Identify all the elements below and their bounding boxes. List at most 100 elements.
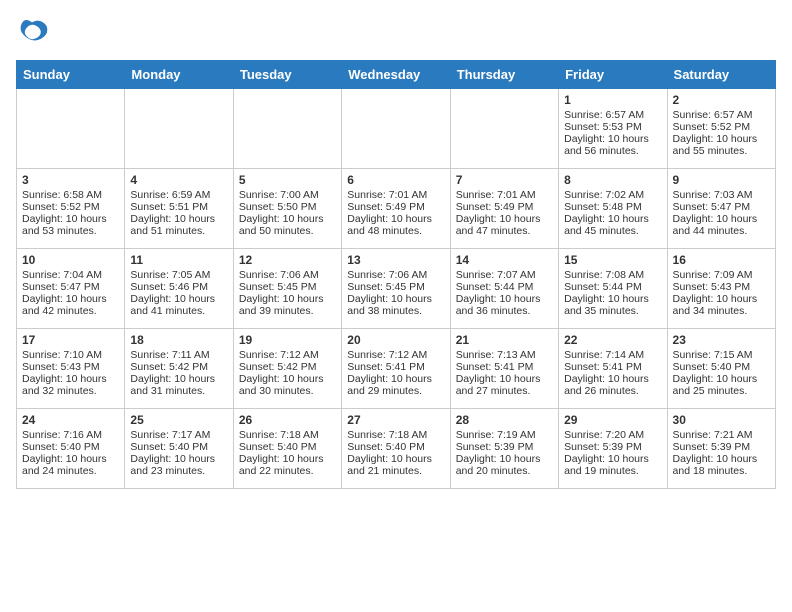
daylight-text: Daylight: 10 hours and 36 minutes. <box>456 293 553 317</box>
sunrise-text: Sunrise: 7:09 AM <box>673 269 770 281</box>
day-number: 16 <box>673 253 770 267</box>
calendar-cell: 29Sunrise: 7:20 AMSunset: 5:39 PMDayligh… <box>559 409 667 489</box>
day-number: 27 <box>347 413 444 427</box>
day-number: 6 <box>347 173 444 187</box>
calendar-cell: 1Sunrise: 6:57 AMSunset: 5:53 PMDaylight… <box>559 89 667 169</box>
daylight-text: Daylight: 10 hours and 56 minutes. <box>564 133 661 157</box>
calendar-cell: 10Sunrise: 7:04 AMSunset: 5:47 PMDayligh… <box>17 249 125 329</box>
column-header-tuesday: Tuesday <box>233 61 341 89</box>
page-header <box>16 16 776 48</box>
sunset-text: Sunset: 5:46 PM <box>130 281 227 293</box>
calendar-cell: 3Sunrise: 6:58 AMSunset: 5:52 PMDaylight… <box>17 169 125 249</box>
sunrise-text: Sunrise: 7:15 AM <box>673 349 770 361</box>
sunrise-text: Sunrise: 7:13 AM <box>456 349 553 361</box>
sunrise-text: Sunrise: 7:18 AM <box>239 429 336 441</box>
day-number: 19 <box>239 333 336 347</box>
sunset-text: Sunset: 5:53 PM <box>564 121 661 133</box>
calendar-cell: 2Sunrise: 6:57 AMSunset: 5:52 PMDaylight… <box>667 89 775 169</box>
day-number: 8 <box>564 173 661 187</box>
sunset-text: Sunset: 5:39 PM <box>456 441 553 453</box>
sunset-text: Sunset: 5:41 PM <box>456 361 553 373</box>
sunset-text: Sunset: 5:40 PM <box>347 441 444 453</box>
logo-icon <box>16 16 48 48</box>
sunset-text: Sunset: 5:39 PM <box>564 441 661 453</box>
sunset-text: Sunset: 5:43 PM <box>673 281 770 293</box>
day-number: 2 <box>673 93 770 107</box>
calendar-cell: 9Sunrise: 7:03 AMSunset: 5:47 PMDaylight… <box>667 169 775 249</box>
daylight-text: Daylight: 10 hours and 55 minutes. <box>673 133 770 157</box>
day-number: 29 <box>564 413 661 427</box>
sunrise-text: Sunrise: 7:17 AM <box>130 429 227 441</box>
sunrise-text: Sunrise: 6:58 AM <box>22 189 119 201</box>
daylight-text: Daylight: 10 hours and 19 minutes. <box>564 453 661 477</box>
calendar-cell: 12 Sunrise: 7:06 AMSunset: 5:45 PMDayligh… <box>233 249 341 329</box>
day-number: 18 <box>130 333 227 347</box>
day-number: 3 <box>22 173 119 187</box>
calendar-cell: 27Sunrise: 7:18 AMSunset: 5:40 PMDayligh… <box>342 409 450 489</box>
daylight-text: Daylight: 10 hours and 24 minutes. <box>22 453 119 477</box>
sunset-text: Sunset: 5:41 PM <box>347 361 444 373</box>
day-number: 12 <box>239 253 336 267</box>
daylight-text: Daylight: 10 hours and 39 minutes. <box>239 293 336 317</box>
sunrise-text: Sunrise: 7:03 AM <box>673 189 770 201</box>
daylight-text: Daylight: 10 hours and 30 minutes. <box>239 373 336 397</box>
daylight-text: Daylight: 10 hours and 18 minutes. <box>673 453 770 477</box>
daylight-text: Daylight: 10 hours and 48 minutes. <box>347 213 444 237</box>
daylight-text: Daylight: 10 hours and 38 minutes. <box>347 293 444 317</box>
daylight-text: Daylight: 10 hours and 31 minutes. <box>130 373 227 397</box>
sunset-text: Sunset: 5:44 PM <box>564 281 661 293</box>
sunrise-text: Sunrise: 6:59 AM <box>130 189 227 201</box>
sunrise-text: Sunrise: 7:07 AM <box>456 269 553 281</box>
calendar-cell: 21Sunrise: 7:13 AMSunset: 5:41 PMDayligh… <box>450 329 558 409</box>
daylight-text: Daylight: 10 hours and 32 minutes. <box>22 373 119 397</box>
calendar-cell <box>17 89 125 169</box>
day-number: 13 <box>347 253 444 267</box>
sunset-text: Sunset: 5:49 PM <box>456 201 553 213</box>
sunset-text: Sunset: 5:50 PM <box>239 201 336 213</box>
sunrise-text: Sunrise: 7:00 AM <box>239 189 336 201</box>
calendar-cell: 19Sunrise: 7:12 AMSunset: 5:42 PMDayligh… <box>233 329 341 409</box>
sunrise-text: Sunrise: 7:02 AM <box>564 189 661 201</box>
day-number: 21 <box>456 333 553 347</box>
calendar-cell: 4Sunrise: 6:59 AMSunset: 5:51 PMDaylight… <box>125 169 233 249</box>
calendar-cell: 17Sunrise: 7:10 AMSunset: 5:43 PMDayligh… <box>17 329 125 409</box>
calendar-cell <box>125 89 233 169</box>
logo <box>16 16 54 48</box>
sunset-text: Sunset: 5:40 PM <box>22 441 119 453</box>
day-number: 14 <box>456 253 553 267</box>
column-header-friday: Friday <box>559 61 667 89</box>
calendar-cell <box>233 89 341 169</box>
sunset-text: Sunset: 5:49 PM <box>347 201 444 213</box>
column-header-wednesday: Wednesday <box>342 61 450 89</box>
day-number: 5 <box>239 173 336 187</box>
sunrise-text: Sunrise: 7:06 AM <box>347 269 444 281</box>
sunset-text: Sunset: 5:40 PM <box>673 361 770 373</box>
calendar-cell: 25Sunrise: 7:17 AMSunset: 5:40 PMDayligh… <box>125 409 233 489</box>
sunset-text: Sunset: 5:42 PM <box>239 361 336 373</box>
column-header-sunday: Sunday <box>17 61 125 89</box>
day-number: 30 <box>673 413 770 427</box>
daylight-text: Daylight: 10 hours and 53 minutes. <box>22 213 119 237</box>
day-number: 1 <box>564 93 661 107</box>
calendar-cell: 15Sunrise: 7:08 AMSunset: 5:44 PMDayligh… <box>559 249 667 329</box>
column-header-saturday: Saturday <box>667 61 775 89</box>
day-number: 24 <box>22 413 119 427</box>
calendar-cell: 24Sunrise: 7:16 AMSunset: 5:40 PMDayligh… <box>17 409 125 489</box>
sunset-text: Sunset: 5:52 PM <box>673 121 770 133</box>
calendar-cell <box>450 89 558 169</box>
column-header-thursday: Thursday <box>450 61 558 89</box>
day-number: 4 <box>130 173 227 187</box>
daylight-text: Daylight: 10 hours and 20 minutes. <box>456 453 553 477</box>
calendar-cell: 14Sunrise: 7:07 AMSunset: 5:44 PMDayligh… <box>450 249 558 329</box>
sunset-text: Sunset: 5:48 PM <box>564 201 661 213</box>
day-number: 20 <box>347 333 444 347</box>
sunrise-text: Sunrise: 7:18 AM <box>347 429 444 441</box>
daylight-text: Daylight: 10 hours and 34 minutes. <box>673 293 770 317</box>
calendar-cell: 18Sunrise: 7:11 AMSunset: 5:42 PMDayligh… <box>125 329 233 409</box>
week-row-5: 24Sunrise: 7:16 AMSunset: 5:40 PMDayligh… <box>17 409 776 489</box>
sunset-text: Sunset: 5:45 PM <box>239 281 336 293</box>
daylight-text: Daylight: 10 hours and 25 minutes. <box>673 373 770 397</box>
sunset-text: Sunset: 5:47 PM <box>673 201 770 213</box>
sunrise-text: Sunrise: 7:06 AM <box>239 269 336 281</box>
sunset-text: Sunset: 5:42 PM <box>130 361 227 373</box>
